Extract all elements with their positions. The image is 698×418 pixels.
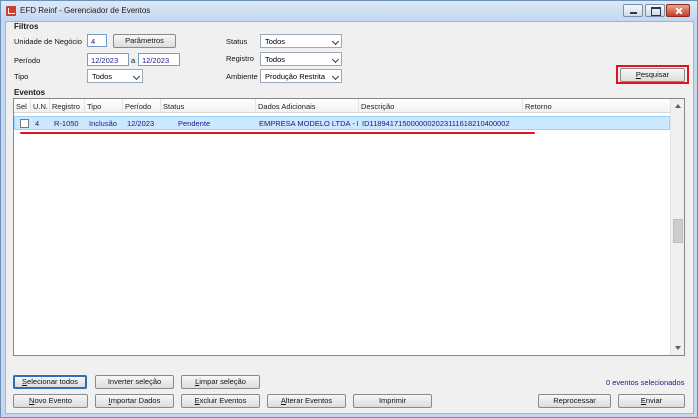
cell-registro: R-1050 [54, 119, 79, 128]
col-un[interactable]: U.N. [31, 99, 50, 113]
events-section-title: Eventos [14, 88, 46, 97]
cell-descricao: ID1189417150000002023111618210400002 [362, 119, 510, 128]
table-row[interactable]: 4 R-1050 Inclusão 12/2023 Pendente EMPRE… [14, 116, 670, 130]
novo-evento-button[interactable]: Novo Evento [13, 394, 88, 408]
unidade-input[interactable]: 4 [87, 34, 107, 47]
close-icon[interactable] [666, 4, 690, 17]
scroll-up-icon[interactable] [671, 99, 685, 113]
selected-count: 0 eventos selecionados [606, 378, 685, 387]
tipo-label: Tipo [14, 72, 29, 81]
app-window: EFD Reinf - Gerenciador de Eventos Filtr… [0, 0, 698, 418]
cell-dados: EMPRESA MODELO LTDA - F [259, 119, 358, 128]
events-grid: Sel U.N. Registro Tipo Período Status Da… [13, 98, 685, 356]
ambiente-label: Ambiente [226, 72, 258, 81]
imprimir-button[interactable]: Imprimir [353, 394, 432, 408]
pesquisar-button[interactable]: Pesquisar [620, 68, 685, 82]
app-check-icon [6, 6, 16, 16]
alterar-eventos-button[interactable]: Alterar Eventos [267, 394, 346, 408]
status-select[interactable]: Todos [260, 34, 342, 48]
col-descricao[interactable]: Descrição [359, 99, 523, 113]
periodo-separator: a [131, 56, 136, 65]
chevron-down-icon [331, 55, 340, 64]
tipo-select[interactable]: Todos [87, 69, 143, 83]
col-tipo[interactable]: Tipo [85, 99, 123, 113]
periodo-from-input[interactable]: 12/2023 [87, 53, 129, 66]
periodo-label: Período [14, 56, 41, 65]
selecionar-todos-button[interactable]: Selecionar todos [13, 375, 87, 389]
periodo-to-input[interactable]: 12/2023 [138, 53, 180, 66]
enviar-button[interactable]: Enviar [618, 394, 685, 408]
cell-tipo: Inclusão [89, 119, 117, 128]
chevron-down-icon [132, 72, 141, 81]
col-periodo[interactable]: Período [123, 99, 161, 113]
cell-periodo: 12/2023 [127, 119, 155, 128]
status-select-value: Todos [265, 37, 286, 46]
registro-select-value: Todos [265, 55, 286, 64]
row-checkbox[interactable] [20, 119, 29, 128]
registro-label: Registro [226, 54, 254, 63]
tipo-select-value: Todos [92, 72, 113, 81]
col-status[interactable]: Status [161, 99, 256, 113]
unidade-label: Unidade de Negócio [14, 37, 82, 46]
excluir-eventos-button[interactable]: Excluir Eventos [181, 394, 260, 408]
annotation-underline [20, 132, 535, 134]
col-retorno[interactable]: Retorno [523, 99, 670, 113]
parametros-button[interactable]: Parâmetros [113, 34, 176, 48]
col-sel[interactable]: Sel [14, 99, 31, 113]
reprocessar-button[interactable]: Reprocessar [538, 394, 611, 408]
grid-header: Sel U.N. Registro Tipo Período Status Da… [14, 99, 670, 113]
ambiente-select-value: Produção Restrita [265, 72, 326, 81]
ambiente-select[interactable]: Produção Restrita [260, 69, 342, 83]
importar-dados-button[interactable]: Importar Dados [95, 394, 174, 408]
col-dados[interactable]: Dados Adicionais [256, 99, 359, 113]
scroll-down-icon[interactable] [671, 341, 685, 355]
col-registro[interactable]: Registro [50, 99, 85, 113]
status-label: Status [226, 37, 248, 46]
limpar-selecao-button[interactable]: Limpar seleção [181, 375, 260, 389]
inverter-selecao-button[interactable]: Inverter seleção [95, 375, 174, 389]
title-bar[interactable]: EFD Reinf - Gerenciador de Eventos [1, 1, 697, 21]
chevron-down-icon [331, 72, 340, 81]
scroll-thumb[interactable] [673, 219, 683, 243]
cell-un: 4 [35, 119, 40, 128]
minimize-icon[interactable] [623, 4, 643, 17]
vertical-scrollbar[interactable] [670, 99, 684, 355]
window-title: EFD Reinf - Gerenciador de Eventos [20, 6, 151, 15]
cell-status: Pendente [178, 119, 211, 128]
maximize-icon[interactable] [645, 4, 665, 17]
registro-select[interactable]: Todos [260, 52, 342, 66]
chevron-down-icon [331, 37, 340, 46]
filters-section-title: Filtros [14, 22, 39, 31]
